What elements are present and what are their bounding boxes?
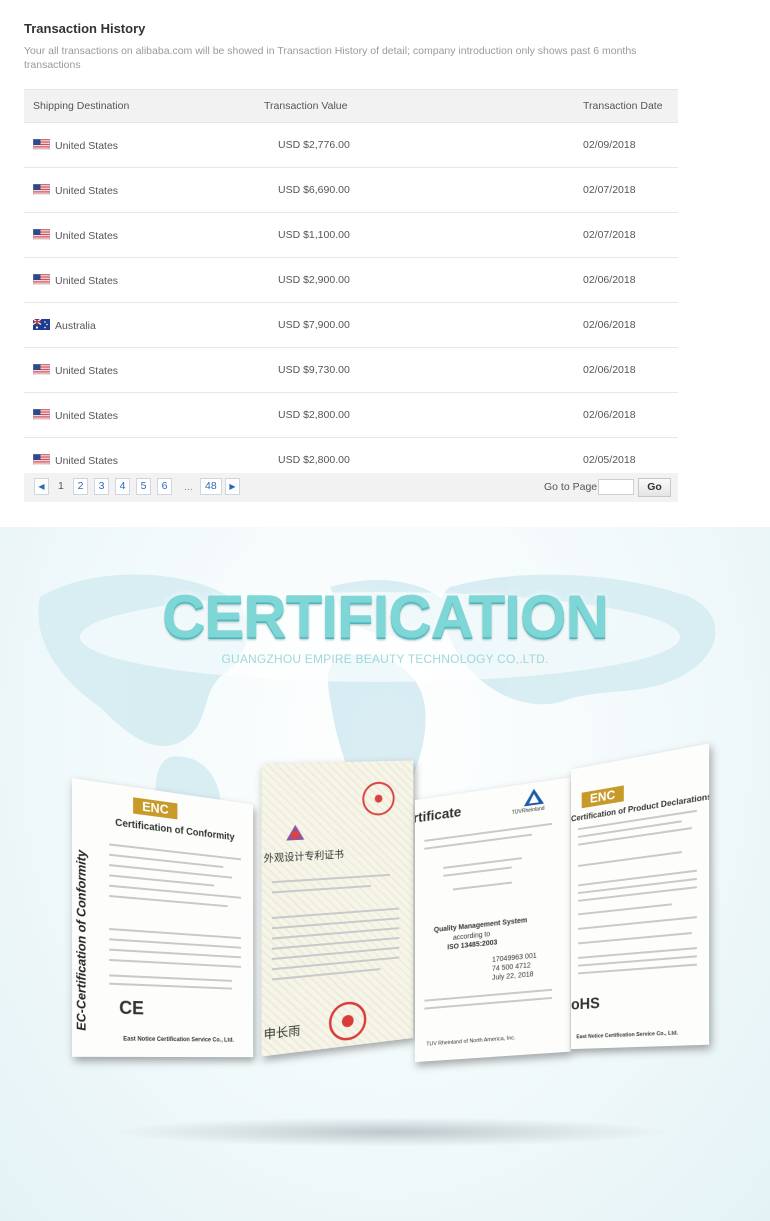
table-row: United States USD $2,900.00 02/06/2018 xyxy=(24,258,678,303)
pagination: ◀ 1 2 3 4 5 6 ... 48 ▶ Go to Page Go xyxy=(24,473,678,502)
date-cell: 02/05/2018 xyxy=(583,454,636,466)
red-stamp-icon xyxy=(328,999,367,1043)
certificate-footer: East Notice Certification Service Co., L… xyxy=(123,1036,234,1044)
destination-cell: United States xyxy=(33,274,118,287)
table-row: United States USD $9,730.00 02/06/2018 xyxy=(24,348,678,393)
floor-shadow xyxy=(110,1117,670,1147)
au-flag-icon xyxy=(33,319,50,330)
us-flag-icon xyxy=(33,184,50,195)
next-page-button[interactable]: ▶ xyxy=(225,478,240,495)
destination-text: United States xyxy=(55,365,119,377)
pagination-ellipsis: ... xyxy=(184,481,193,493)
us-flag-icon xyxy=(33,454,50,465)
date-cell: 02/06/2018 xyxy=(583,319,636,331)
certificate-product-declarations: ENC Certification of Product Declaration… xyxy=(571,743,710,1050)
certificate-heading: Certification of Conformity xyxy=(115,817,235,844)
enc-logo-2: ENC xyxy=(581,785,624,809)
tuv-footer: TUV Rheinland of North America, Inc. xyxy=(426,1035,516,1048)
destination-text: United States xyxy=(55,185,119,197)
page-link-last[interactable]: 48 xyxy=(200,478,222,495)
certificate-tuv-iso13485: rtificate TÜVRheinland Quality Managemen… xyxy=(414,777,571,1063)
goto-page-input[interactable] xyxy=(598,479,634,495)
table-row: United States USD $1,100.00 02/07/2018 xyxy=(24,213,678,258)
declarations-footer: East Notice Certification Service Co., L… xyxy=(576,1030,679,1041)
value-cell: USD $2,900.00 xyxy=(278,274,350,286)
date-cell: 02/06/2018 xyxy=(583,409,636,421)
page-link-6[interactable]: 6 xyxy=(157,478,172,495)
table-row: United States USD $6,690.00 02/07/2018 xyxy=(24,168,678,213)
transaction-table: Shipping Destination Transaction Value T… xyxy=(24,89,678,483)
tuv-certificate-heading: rtificate xyxy=(414,803,462,826)
table-row: Australia USD $7,900.00 02/06/2018 xyxy=(24,303,678,348)
table-row: United States USD $2,776.00 02/09/2018 xyxy=(24,123,678,168)
certificate-date: July 22, 2018 xyxy=(491,971,534,982)
column-header-destination: Shipping Destination xyxy=(33,100,130,112)
date-cell: 02/07/2018 xyxy=(583,229,636,241)
value-cell: USD $2,800.00 xyxy=(278,409,350,421)
chevron-left-icon: ◀ xyxy=(38,482,45,491)
certification-subtitle: GUANGZHOU EMPIRE BEAUTY TECHNOLOGY CO,.L… xyxy=(221,652,549,666)
date-cell: 02/06/2018 xyxy=(583,364,636,376)
destination-cell: United States xyxy=(33,229,118,242)
red-seal-icon xyxy=(361,780,395,817)
destination-cell: United States xyxy=(33,364,118,377)
page-link-3[interactable]: 3 xyxy=(94,478,109,495)
certification-banner: CERTIFICATION GUANGZHOU EMPIRE BEAUTY TE… xyxy=(0,527,770,1221)
goto-page-label: Go to Page xyxy=(544,481,598,493)
go-button[interactable]: Go xyxy=(638,478,671,497)
table-row: United States USD $2,800.00 02/06/2018 xyxy=(24,393,678,438)
column-header-date: Transaction Date xyxy=(583,100,663,112)
value-cell: USD $6,690.00 xyxy=(278,184,350,196)
destination-cell: United States xyxy=(33,409,118,422)
rohs-mark: oHS xyxy=(571,995,600,1014)
date-cell: 02/07/2018 xyxy=(583,184,636,196)
value-cell: USD $1,100.00 xyxy=(278,229,350,241)
destination-text: United States xyxy=(55,455,119,467)
column-header-value: Transaction Value xyxy=(264,100,348,112)
destination-text: Australia xyxy=(55,320,96,332)
date-cell: 02/06/2018 xyxy=(583,274,636,286)
us-flag-icon xyxy=(33,409,50,420)
destination-cell: United States xyxy=(33,139,118,152)
ce-mark: CE xyxy=(119,997,144,1019)
page-link-2[interactable]: 2 xyxy=(73,478,88,495)
value-cell: USD $7,900.00 xyxy=(278,319,350,331)
enc-logo: ENC xyxy=(133,797,178,820)
destination-cell: United States xyxy=(33,184,118,197)
certification-title: CERTIFICATION xyxy=(162,583,609,650)
destination-cell: United States xyxy=(33,454,118,467)
us-flag-icon xyxy=(33,139,50,150)
transaction-history-description: Your all transactions on alibaba.com wil… xyxy=(24,45,637,71)
destination-cell: Australia xyxy=(33,319,96,332)
transaction-history-title: Transaction History xyxy=(24,21,146,36)
tuv-logo-text: TÜVRheinland xyxy=(511,805,545,817)
patent-office-logo xyxy=(286,824,305,841)
table-header: Shipping Destination Transaction Value T… xyxy=(24,89,678,123)
chevron-right-icon: ▶ xyxy=(229,482,236,491)
value-cell: USD $9,730.00 xyxy=(278,364,350,376)
destination-text: United States xyxy=(55,275,119,287)
value-cell: USD $2,776.00 xyxy=(278,139,350,151)
date-cell: 02/09/2018 xyxy=(583,139,636,151)
current-page: 1 xyxy=(58,480,64,492)
destination-text: United States xyxy=(55,140,119,152)
certificate-design-patent: 外观设计专利证书 申长雨 xyxy=(261,760,414,1057)
destination-text: United States xyxy=(55,410,119,422)
page-link-5[interactable]: 5 xyxy=(136,478,151,495)
us-flag-icon xyxy=(33,364,50,375)
certificate-ec-conformity: ENC Certification of Conformity EC-Certi… xyxy=(72,778,254,1058)
page-link-4[interactable]: 4 xyxy=(115,478,130,495)
destination-text: United States xyxy=(55,230,119,242)
value-cell: USD $2,800.00 xyxy=(278,454,350,466)
us-flag-icon xyxy=(33,229,50,240)
us-flag-icon xyxy=(33,274,50,285)
certificate-side-text: EC-Certification of Conformity xyxy=(74,849,89,1031)
prev-page-button[interactable]: ◀ xyxy=(34,478,49,495)
